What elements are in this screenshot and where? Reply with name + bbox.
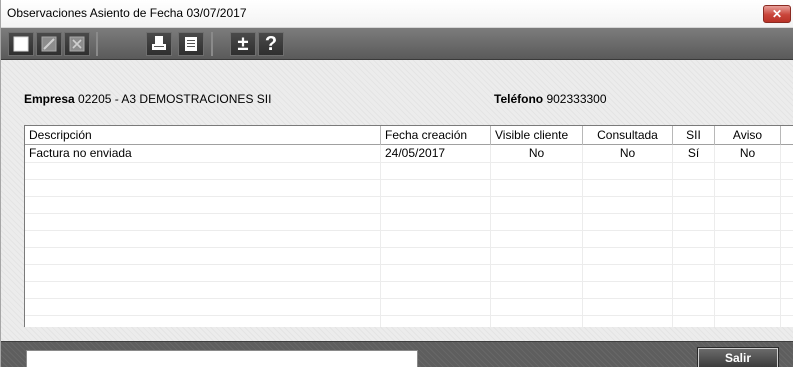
table-row-empty [25,163,793,180]
cell-aviso: No [715,146,781,162]
empresa-value: 02205 - A3 DEMOSTRACIONES SII [78,92,272,106]
help-button[interactable]: ? [258,32,284,56]
status-field[interactable] [26,350,418,367]
plus-minus-button[interactable]: ± [230,32,256,56]
help-icon: ? [264,33,278,55]
table-row-empty [25,231,793,248]
new-icon [12,35,30,53]
column-header-descripcion[interactable]: Descripción [25,126,381,145]
column-divider [780,145,781,327]
toolbar-separator [211,32,213,56]
cell-visible-cliente: No [491,146,583,162]
edit-button[interactable] [36,32,62,56]
list-button[interactable] [178,32,204,56]
cell-sii: Sí [673,146,715,162]
table-row[interactable]: Factura no enviada 24/05/2017 No No Sí N… [25,146,793,163]
plus-minus-icon: ± [237,33,249,55]
salir-button[interactable]: Salir [697,347,779,367]
delete-icon [68,35,86,53]
toolbar: ± ? [1,28,793,60]
new-button[interactable] [8,32,34,56]
table-row-empty [25,299,793,316]
table-row-empty [25,316,793,327]
column-divider [714,145,715,327]
print-icon [150,35,168,53]
close-button[interactable]: ✕ [763,5,791,23]
column-header-sii[interactable]: SII [673,126,715,145]
window-title: Observaciones Asiento de Fecha 03/07/201… [7,6,247,20]
title-bar: Observaciones Asiento de Fecha 03/07/201… [1,0,793,28]
telefono-value: 902333300 [546,92,607,106]
table-row-empty [25,282,793,299]
column-header-aviso[interactable]: Aviso [715,126,781,145]
delete-button[interactable] [64,32,90,56]
column-divider [582,145,583,327]
table-row-empty [25,214,793,231]
column-divider [490,145,491,327]
edit-icon [40,35,58,53]
table-row-empty [25,265,793,282]
table-row-empty [25,197,793,214]
observaciones-window: Observaciones Asiento de Fecha 03/07/201… [0,0,793,367]
column-header-visible-cliente[interactable]: Visible cliente [491,126,583,145]
column-header-fecha-creacion[interactable]: Fecha creación [381,126,491,145]
column-divider [672,145,673,327]
cell-descripcion: Factura no enviada [25,146,381,162]
table-row-empty [25,180,793,197]
empresa-label: Empresa [24,92,75,106]
status-bar: Salir [1,341,793,367]
list-icon [182,35,200,53]
table-header: Descripción Fecha creación Visible clien… [25,126,793,145]
observations-table[interactable]: Descripción Fecha creación Visible clien… [24,125,793,327]
empresa-info: Empresa 02205 - A3 DEMOSTRACIONES SII [24,92,271,106]
print-button[interactable] [146,32,172,56]
column-header-consultada[interactable]: Consultada [583,126,673,145]
toolbar-separator [96,32,98,56]
cell-fecha-creacion: 24/05/2017 [381,146,491,162]
telefono-label: Teléfono [494,92,544,106]
column-divider [380,145,381,327]
cell-consultada: No [583,146,673,162]
telefono-info: Teléfono 902333300 [494,92,607,106]
table-row-empty [25,248,793,265]
